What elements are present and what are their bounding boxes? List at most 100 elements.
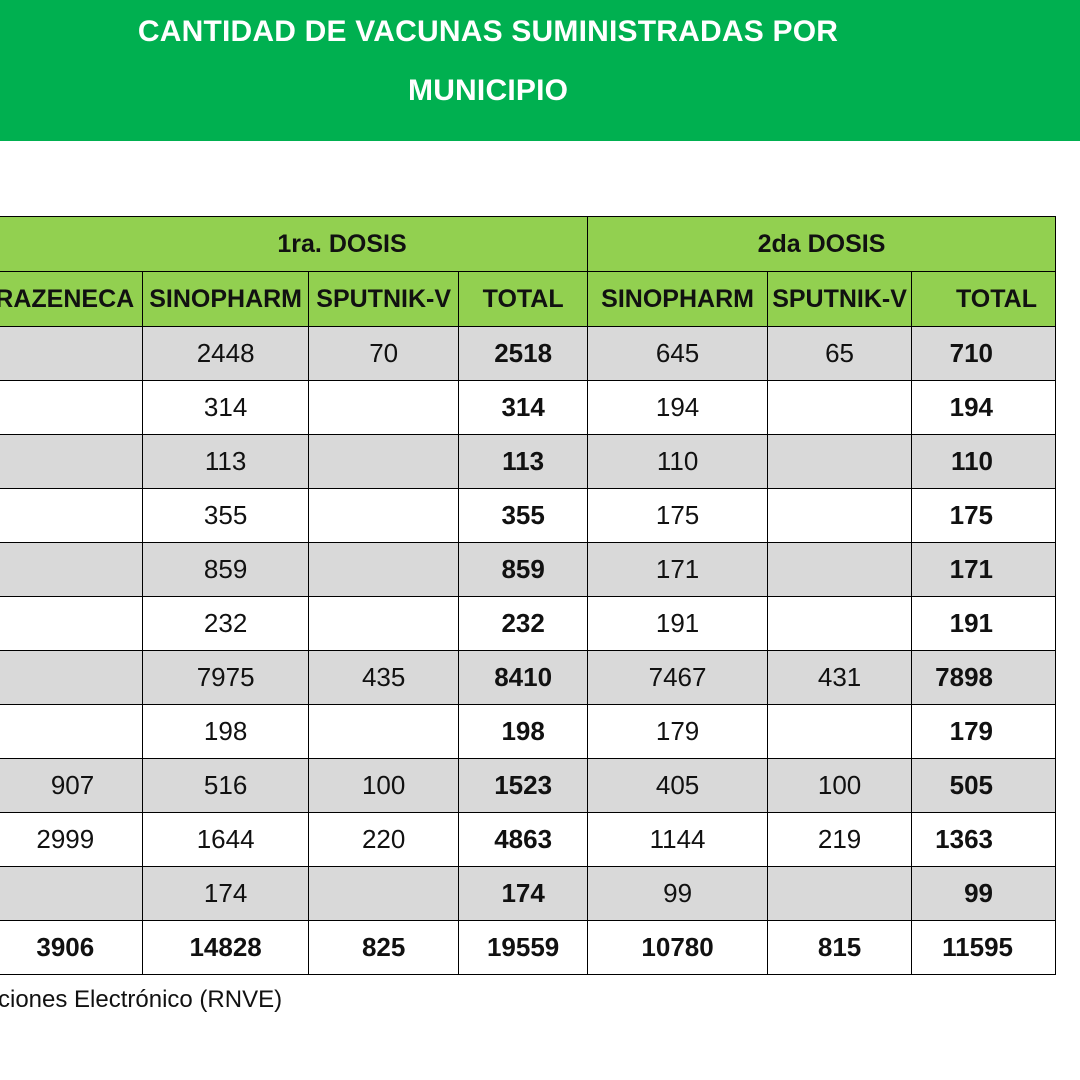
column-header: TRAZENECA: [0, 271, 144, 327]
column-header: SINOPHARM: [142, 271, 310, 327]
table-cell: 179: [910, 704, 1057, 759]
table-cell: [0, 380, 144, 435]
total-cell: 815: [767, 920, 912, 975]
table-cell: [0, 704, 144, 759]
table-cell: 1644: [142, 812, 310, 867]
table-row: 2448 70 2518 645 65 710: [0, 326, 1057, 381]
table-row: 113 113 110 110: [0, 434, 1057, 489]
table-cell: 2999: [0, 812, 144, 867]
table-cell: 232: [458, 596, 589, 651]
total-cell: 11595: [910, 920, 1057, 975]
table-cell: 191: [587, 596, 769, 651]
table-cell: [308, 704, 460, 759]
totals-row: 3906 14828 825 19559 10780 815 11595: [0, 920, 1057, 975]
table-cell: 175: [587, 488, 769, 543]
table-cell: 174: [142, 866, 310, 921]
table-cell: 7975: [142, 650, 310, 705]
table-cell: 435: [308, 650, 460, 705]
table-cell: 174: [458, 866, 589, 921]
title-banner: CANTIDAD DE VACUNAS SUMINISTRADAS POR MU…: [0, 0, 1080, 141]
table-row: 314 314 194 194: [0, 380, 1057, 435]
table-cell: [767, 380, 912, 435]
table-cell: 516: [142, 758, 310, 813]
table-cell: 113: [458, 434, 589, 489]
table-row: 7975 435 8410 7467 431 7898: [0, 650, 1057, 705]
table-cell: 859: [458, 542, 589, 597]
table-cell: 100: [767, 758, 912, 813]
table-cell: [0, 866, 144, 921]
table-cell: 505: [910, 758, 1057, 813]
table-cell: 710: [910, 326, 1057, 381]
table-row: 907 516 100 1523 405 100 505: [0, 758, 1057, 813]
total-cell: 10780: [587, 920, 769, 975]
table-cell: 431: [767, 650, 912, 705]
table-cell: [308, 380, 460, 435]
table-cell: 859: [142, 542, 310, 597]
group-header-first-dose: 1ra. DOSIS: [0, 216, 589, 272]
table-row: 198 198 179 179: [0, 704, 1057, 759]
group-header-row: 1ra. DOSIS 2da DOSIS: [0, 216, 1056, 272]
table-cell: [0, 650, 144, 705]
table-row: 232 232 191 191: [0, 596, 1057, 651]
total-cell: 19559: [458, 920, 589, 975]
vaccine-table: 1ra. DOSIS 2da DOSIS TRAZENECA SINOPHARM…: [0, 216, 1057, 975]
table-cell: [0, 488, 144, 543]
table-cell: [0, 596, 144, 651]
column-header: SPUTNIK-V: [767, 271, 912, 327]
table-cell: [767, 542, 912, 597]
total-cell: 14828: [142, 920, 310, 975]
column-header-row: TRAZENECA SINOPHARM SPUTNIK-V TOTAL SINO…: [0, 271, 1057, 327]
table-cell: 99: [910, 866, 1057, 921]
table-cell: 2518: [458, 326, 589, 381]
table-cell: [308, 542, 460, 597]
column-header: SINOPHARM: [587, 271, 769, 327]
table-cell: 907: [0, 758, 144, 813]
table-cell: [308, 596, 460, 651]
table-cell: [308, 866, 460, 921]
table-row: 355 355 175 175: [0, 488, 1057, 543]
table-cell: [767, 704, 912, 759]
page-title-line-2: MUNICIPIO: [408, 74, 569, 107]
table-cell: 175: [910, 488, 1057, 543]
page-title-line-1: CANTIDAD DE VACUNAS SUMINISTRADAS POR: [137, 15, 839, 48]
table-cell: 179: [587, 704, 769, 759]
group-header-second-dose: 2da DOSIS: [587, 216, 1056, 272]
table-cell: [767, 866, 912, 921]
table-cell: 355: [142, 488, 310, 543]
table-cell: 65: [767, 326, 912, 381]
table-cell: 314: [142, 380, 310, 435]
table-row: 859 859 171 171: [0, 542, 1057, 597]
table-cell: 99: [587, 866, 769, 921]
column-header: TOTAL: [458, 271, 589, 327]
table-cell: [308, 434, 460, 489]
table-cell: 198: [458, 704, 589, 759]
table-cell: 314: [458, 380, 589, 435]
table-cell: 194: [910, 380, 1057, 435]
table-cell: 70: [308, 326, 460, 381]
table-cell: 7467: [587, 650, 769, 705]
table-cell: [0, 542, 144, 597]
table-cell: [767, 488, 912, 543]
table-row: 2999 1644 220 4863 1144 219 1363: [0, 812, 1057, 867]
table-cell: 191: [910, 596, 1057, 651]
table-cell: 110: [910, 434, 1057, 489]
table-cell: 2448: [142, 326, 310, 381]
table-cell: 645: [587, 326, 769, 381]
table-cell: 1363: [910, 812, 1057, 867]
table-row: 174 174 99 99: [0, 866, 1057, 921]
table-cell: 113: [142, 434, 310, 489]
table-cell: 1523: [458, 758, 589, 813]
table-cell: 405: [587, 758, 769, 813]
table-cell: 219: [767, 812, 912, 867]
table-cell: 198: [142, 704, 310, 759]
table-cell: 7898: [910, 650, 1057, 705]
table-cell: 100: [308, 758, 460, 813]
table-cell: 4863: [458, 812, 589, 867]
table-cell: [0, 326, 144, 381]
total-cell: 3906: [0, 920, 144, 975]
table-cell: 220: [308, 812, 460, 867]
table-cell: 232: [142, 596, 310, 651]
column-header: TOTAL: [910, 271, 1057, 327]
table-cell: 110: [587, 434, 769, 489]
table-cell: 171: [910, 542, 1057, 597]
